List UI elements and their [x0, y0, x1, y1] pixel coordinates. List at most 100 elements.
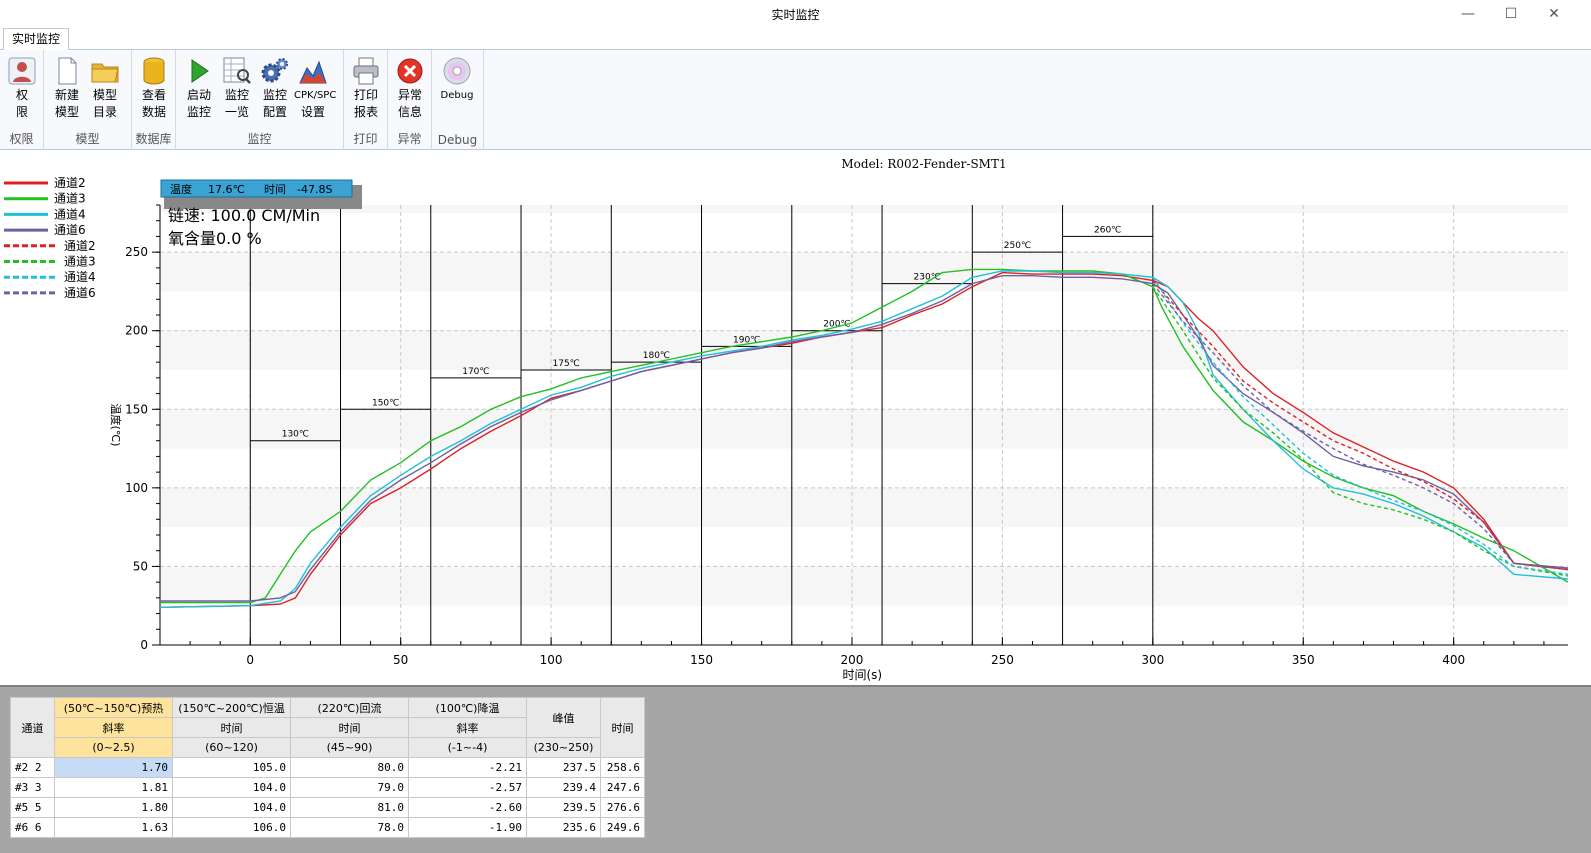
plot-band	[160, 212, 1568, 253]
ribbon-button-1-1[interactable]: 模型 目录	[86, 54, 124, 126]
new-file-icon	[52, 56, 82, 86]
ribbon-button-label: 监控	[186, 105, 211, 119]
error-icon	[395, 56, 425, 86]
tab-realtime-monitor[interactable]: 实时监控	[3, 28, 69, 51]
ribbon-group-label: 异常	[397, 132, 422, 146]
value-cell[interactable]: 1.70	[54, 757, 173, 778]
channel-cell[interactable]: #5 5	[10, 797, 55, 818]
ribbon-button-6-0[interactable]: Debug	[438, 54, 476, 126]
oxygen-text: 氧含量0.0 %	[168, 229, 262, 248]
title-bar: 实时监控 — ☐ ✕	[0, 0, 1591, 28]
value-cell[interactable]: 1.81	[54, 777, 173, 798]
table-header-cell: 斜率	[408, 717, 527, 738]
value-cell[interactable]: -2.57	[408, 777, 527, 798]
value-cell[interactable]: 1.63	[54, 817, 173, 838]
table-row[interactable]: #6 6 1.63 106.0 78.0 -1.90 235.6 249.6	[10, 817, 645, 838]
x-tick-label: 150	[690, 653, 713, 667]
ribbon-button-4-0[interactable]: 打印 报表	[347, 54, 385, 126]
zone-label: 130℃	[282, 430, 309, 440]
ribbon-button-2-0[interactable]: 查看 数据	[135, 54, 173, 126]
x-tick-label: 0	[246, 653, 254, 667]
channel-cell[interactable]: #6 6	[10, 817, 55, 838]
ribbon-button-3-0[interactable]: 启动 监控	[180, 54, 218, 126]
y-tick-label: 250	[125, 245, 148, 259]
chart-icon	[298, 56, 328, 86]
value-cell[interactable]: 239.5	[526, 797, 601, 818]
ribbon-button-label: CPK/SPC	[294, 90, 337, 101]
ribbon-group-3: 启动 监控 监控 一览 监控 配置 CPK/SPC 设置 监控	[176, 50, 344, 150]
ribbon-button-3-1[interactable]: 监控 一览	[218, 54, 256, 126]
value-cell[interactable]: 237.5	[526, 757, 601, 778]
ribbon-button-label: 启动	[186, 88, 211, 102]
chart-title: Model: R002-Fender-SMT1	[841, 157, 1006, 171]
value-cell[interactable]: 104.0	[172, 797, 291, 818]
disc-icon	[442, 56, 472, 86]
legend-label: 通道2	[64, 239, 96, 253]
readout-temp-label: 温度	[170, 182, 192, 196]
minimize-button[interactable]: —	[1450, 4, 1486, 24]
gears-icon	[260, 56, 290, 86]
value-cell[interactable]: 239.4	[526, 777, 601, 798]
value-cell[interactable]: 258.6	[600, 757, 645, 778]
results-table: 通道 (50℃~150℃)预热 (150℃~200℃)恒温 (220℃)回流 (100℃…	[10, 697, 645, 838]
table-row[interactable]: #5 5 1.80 104.0 81.0 -2.60 239.5 276.6	[10, 797, 645, 818]
value-cell[interactable]: 235.6	[526, 817, 601, 838]
play-icon	[184, 56, 214, 86]
x-tick-label: 100	[540, 653, 563, 667]
ribbon-button-label: 报表	[353, 105, 378, 119]
plot-band	[160, 291, 1568, 331]
value-cell[interactable]: 105.0	[172, 757, 291, 778]
readout-time-label: 时间	[264, 183, 286, 196]
table-row[interactable]: #2 2 1.70 105.0 80.0 -2.21 237.5 258.6	[10, 757, 645, 778]
y-tick-label: 150	[125, 402, 148, 416]
x-tick-label: 400	[1442, 653, 1465, 667]
ribbon-button-5-0[interactable]: 异常 信息	[391, 54, 429, 126]
ribbon-button-3-3[interactable]: CPK/SPC 设置	[294, 54, 337, 126]
zone-label: 175℃	[553, 359, 580, 369]
value-cell[interactable]: 104.0	[172, 777, 291, 798]
table-header-cell: 时间	[172, 717, 291, 738]
close-button[interactable]: ✕	[1536, 4, 1572, 24]
table-header-cell: (60~120)	[172, 737, 291, 758]
chart-area: 0 50 100 150 200 250 300 350 400 0 50 100 150 200 250 M…	[0, 153, 1591, 685]
x-axis-label: 时间(s)	[842, 668, 882, 682]
value-cell[interactable]: 249.6	[600, 817, 645, 838]
ribbon-group-1: 新建 模型 模型 目录 模型	[44, 50, 132, 150]
value-cell[interactable]: 276.6	[600, 797, 645, 818]
ribbon-button-label: 监控	[262, 88, 287, 102]
ribbon-button-1-0[interactable]: 新建 模型	[48, 54, 86, 126]
table-header-cell: 斜率	[54, 717, 173, 738]
value-cell[interactable]: -2.21	[408, 757, 527, 778]
ribbon-group-5: 异常 信息 异常	[388, 50, 432, 150]
value-cell[interactable]: 106.0	[172, 817, 291, 838]
value-cell[interactable]: 247.6	[600, 777, 645, 798]
ribbon-group-label: 模型	[75, 132, 100, 146]
value-cell[interactable]: -2.60	[408, 797, 527, 818]
results-panel: 通道 (50℃~150℃)预热 (150℃~200℃)恒温 (220℃)回流 (100℃…	[0, 685, 1591, 853]
value-cell[interactable]: 1.80	[54, 797, 173, 818]
channel-cell[interactable]: #2 2	[10, 757, 55, 778]
zone-label: 170℃	[462, 367, 489, 377]
value-cell[interactable]: -1.90	[408, 817, 527, 838]
table-header-cell: (150℃~200℃)恒温	[172, 697, 291, 718]
value-cell[interactable]: 81.0	[290, 797, 409, 818]
ribbon-button-label: 异常	[397, 88, 422, 102]
ribbon-button-label: 信息	[397, 105, 422, 119]
value-cell[interactable]: 80.0	[290, 757, 409, 778]
value-cell[interactable]: 79.0	[290, 777, 409, 798]
value-cell[interactable]: 78.0	[290, 817, 409, 838]
maximize-button[interactable]: ☐	[1493, 4, 1529, 24]
table-row[interactable]: #3 3 1.81 104.0 79.0 -2.57 239.4 247.6	[10, 777, 645, 798]
x-tick-label: 50	[393, 653, 408, 667]
table-header-cell: (-1~-4)	[408, 737, 527, 758]
table-header-cell: (230~250)	[526, 737, 601, 758]
folder-icon	[90, 56, 120, 86]
ribbon-button-label: 新建	[54, 88, 79, 102]
ribbon-button-3-2[interactable]: 监控 配置	[256, 54, 294, 126]
ribbon-button-label: 模型	[54, 105, 79, 119]
zone-label: 260℃	[1094, 225, 1121, 235]
ribbon-button-0-0[interactable]: 权限	[3, 54, 41, 126]
table-header-cell: 峰值	[526, 697, 601, 738]
y-tick-label: 100	[125, 481, 148, 495]
channel-cell[interactable]: #3 3	[10, 777, 55, 798]
